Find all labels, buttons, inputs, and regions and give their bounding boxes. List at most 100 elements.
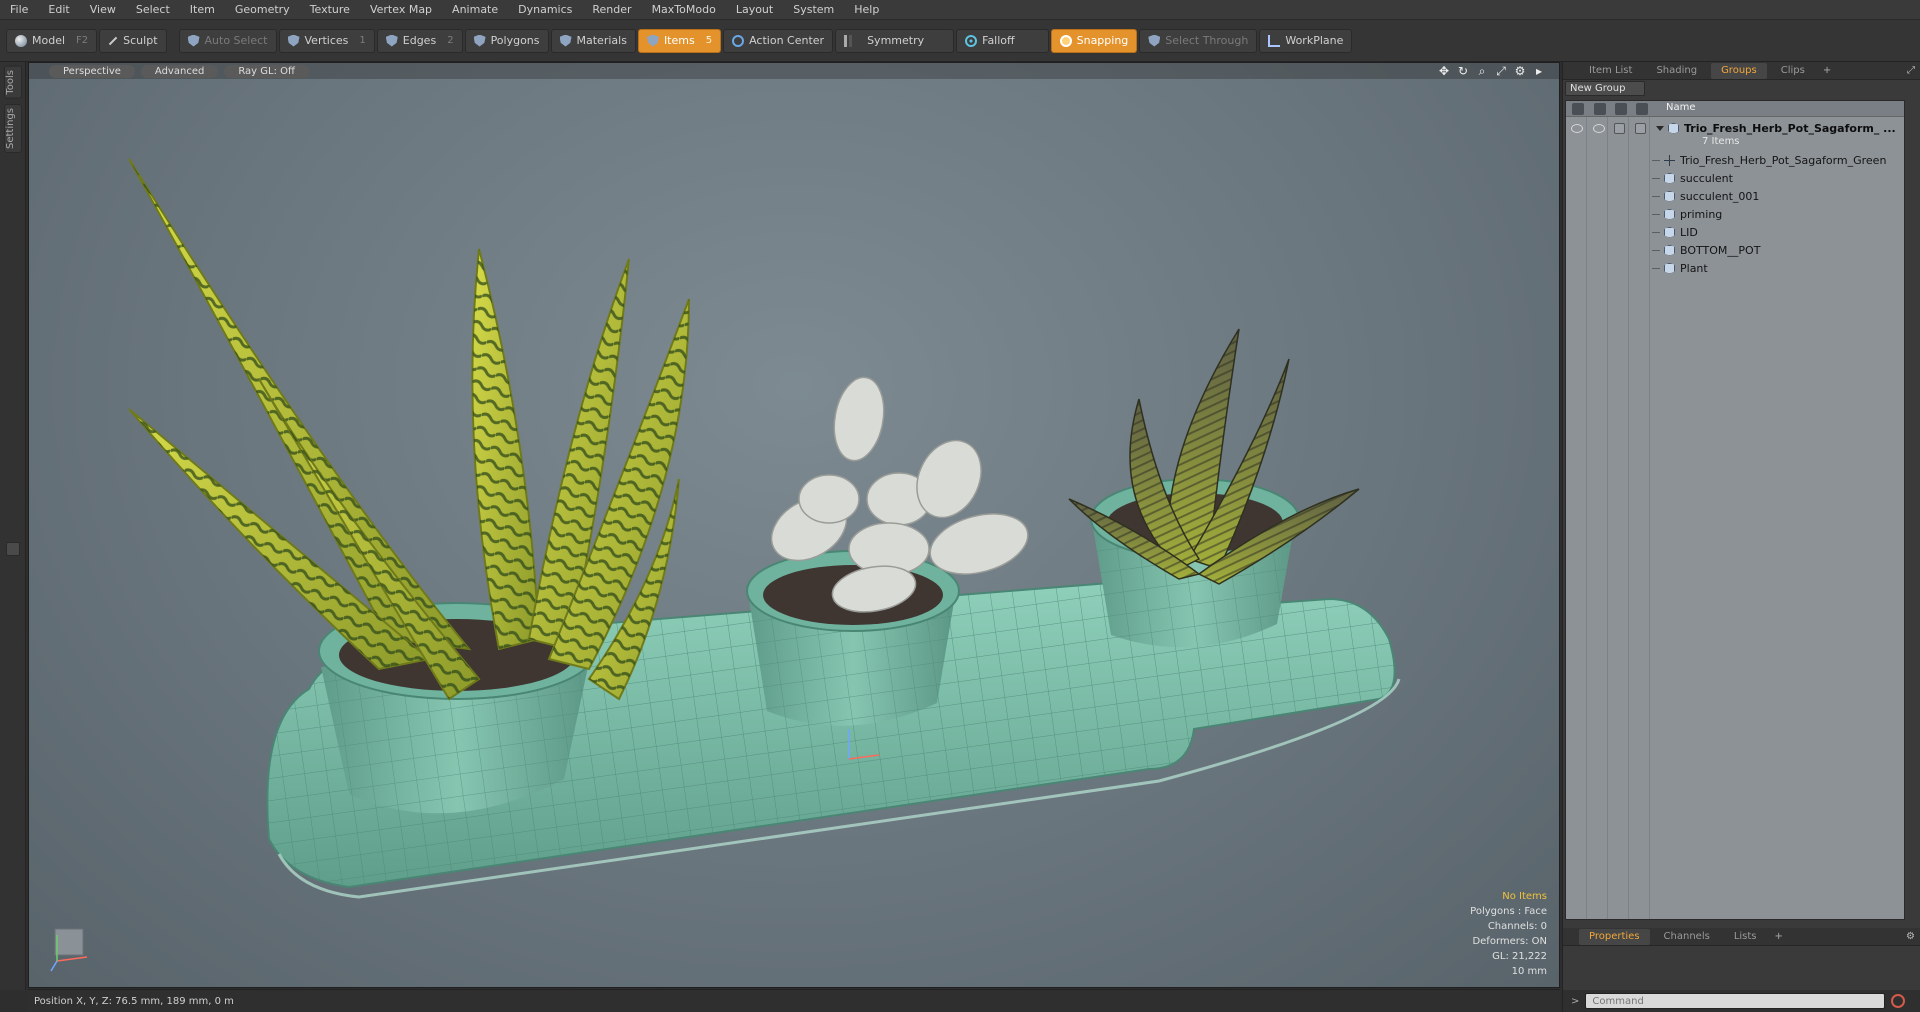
sculpt-button[interactable]: Sculpt [99,28,167,53]
command-history-button[interactable] [1891,994,1906,1008]
name-column-header[interactable]: Name [1666,102,1696,113]
gear-icon[interactable]: ⚙ [1514,65,1526,77]
tab-groups[interactable]: Groups [1711,62,1767,79]
collapse-handle[interactable] [6,542,20,556]
root-lock-toggle[interactable] [1614,123,1625,134]
rotate-icon[interactable]: ↻ [1457,65,1469,77]
menu-edit[interactable]: Edit [38,0,79,20]
menu-maxtomodo[interactable]: MaxToModo [642,0,726,20]
list-item[interactable]: succulent_001 [1652,187,1759,205]
tab-item-list[interactable]: Item List [1579,63,1642,79]
menu-select[interactable]: Select [126,0,180,20]
group-icon [1668,122,1679,134]
add-bottom-tab-button[interactable]: + [1771,929,1787,945]
settings-tab[interactable]: Settings [4,104,22,154]
vertices-icon [287,34,300,47]
menu-file[interactable]: File [0,0,38,20]
items-button[interactable]: Items 5 [637,28,722,53]
menu-vertex-map[interactable]: Vertex Map [360,0,442,20]
lock-column [1608,117,1629,919]
menu-texture[interactable]: Texture [300,0,360,20]
raygl-toggle[interactable]: Ray GL: Off [224,64,309,78]
selection-info: No Items [1502,891,1547,902]
axis-gizmo [50,928,88,972]
tab-channels[interactable]: Channels [1654,929,1720,945]
symmetry-label: Symmetry [867,34,925,47]
menu-view[interactable]: View [80,0,126,20]
pan-icon[interactable]: ✥ [1438,65,1450,77]
workplane-button[interactable]: WorkPlane [1259,28,1353,53]
mesh-icon [1664,226,1675,238]
falloff-button[interactable]: Falloff [956,28,1049,53]
root-visibility-toggle[interactable] [1571,124,1583,133]
expand-icon[interactable]: ⤢ [1907,65,1915,76]
materials-button[interactable]: Materials [550,28,636,53]
render-icon[interactable] [1594,103,1606,115]
right-panel: Item List Shading Groups Clips + ⤢ New G… [1562,62,1920,1012]
polygons-button[interactable]: Polygons [464,28,549,53]
tab-clips[interactable]: Clips [1771,63,1815,79]
workplane-icon [1268,34,1281,47]
expand-triangle-icon[interactable] [1656,125,1664,131]
list-item[interactable]: priming [1652,205,1722,223]
zoom-icon[interactable]: ⌕ [1476,65,1488,77]
main-toolbar: Model F2 Sculpt Auto Select Vertices 1 E… [0,20,1920,62]
group-root-name: Trio_Fresh_Herb_Pot_Sagaform_ ... [1684,121,1896,135]
mesh-icon [1664,208,1675,220]
items-label: Items [663,34,695,47]
menu-animate[interactable]: Animate [442,0,508,20]
list-item-label: Trio_Fresh_Herb_Pot_Sagaform_Green [1680,153,1887,167]
list-item-label: Plant [1680,261,1708,275]
polygons-icon [473,34,486,47]
vertices-button[interactable]: Vertices 1 [278,28,375,53]
root-render-toggle[interactable] [1593,124,1605,133]
tab-lists[interactable]: Lists [1724,929,1767,945]
info-icon[interactable] [1636,103,1648,115]
group-root-row[interactable]: Trio_Fresh_Herb_Pot_Sagaform_ ... [1656,119,1896,137]
materials-label: Materials [576,34,627,47]
add-tab-button[interactable]: + [1819,63,1835,79]
select-through-button[interactable]: Select Through [1139,28,1258,53]
menu-layout[interactable]: Layout [726,0,783,20]
view-mode-dropdown[interactable]: Perspective [49,64,135,78]
groups-list[interactable]: Name Trio_Fresh_Herb_Pot_Sagaform_ ... 7… [1565,100,1905,920]
menu-system[interactable]: System [783,0,844,20]
maximize-icon[interactable]: ⤢ [1495,65,1507,77]
action-center-button[interactable]: Action Center [723,28,834,53]
falloff-icon [965,34,978,47]
model-button[interactable]: Model F2 [6,28,98,53]
menu-item[interactable]: Item [180,0,225,20]
symmetry-button[interactable]: Symmetry [835,28,955,53]
snapping-button[interactable]: Snapping [1050,28,1138,53]
list-item[interactable]: LID [1652,223,1698,241]
menu-geometry[interactable]: Geometry [225,0,300,20]
eye-icon[interactable] [1572,103,1584,115]
deformers-info: Deformers: ON [1472,936,1547,947]
menu-dynamics[interactable]: Dynamics [508,0,582,20]
list-item[interactable]: Plant [1652,259,1708,277]
chevron-right-icon[interactable]: ▸ [1533,65,1545,77]
panel-options-icon[interactable]: ⚙ [1906,931,1915,942]
menu-help[interactable]: Help [844,0,889,20]
3d-viewport[interactable]: Perspective Advanced Ray GL: Off ✥ ↻ ⌕ ⤢… [28,62,1560,988]
mesh-icon [1664,244,1675,256]
tools-tab[interactable]: Tools [4,66,22,99]
tab-shading[interactable]: Shading [1646,63,1707,79]
list-item[interactable]: BOTTOM__POT [1652,241,1760,259]
select-through-label: Select Through [1165,34,1249,47]
command-prompt-icon: > [1571,995,1580,1007]
new-group-button[interactable]: New Group [1565,81,1645,96]
edges-button[interactable]: Edges 2 [376,28,463,53]
root-select-toggle[interactable] [1635,123,1646,134]
list-item[interactable]: succulent [1652,169,1733,187]
tab-properties[interactable]: Properties [1579,928,1650,945]
polygons-label: Polygons [490,34,540,47]
menu-render[interactable]: Render [582,0,641,20]
lock-icon[interactable] [1615,103,1627,115]
snapping-icon [1059,34,1072,47]
list-item[interactable]: Trio_Fresh_Herb_Pot_Sagaform_Green [1652,151,1886,169]
shading-style-dropdown[interactable]: Advanced [140,64,219,78]
auto-select-button[interactable]: Auto Select [178,28,277,53]
command-input[interactable] [1585,993,1886,1009]
position-readout: Position X, Y, Z: 76.5 mm, 189 mm, 0 m [34,995,234,1007]
